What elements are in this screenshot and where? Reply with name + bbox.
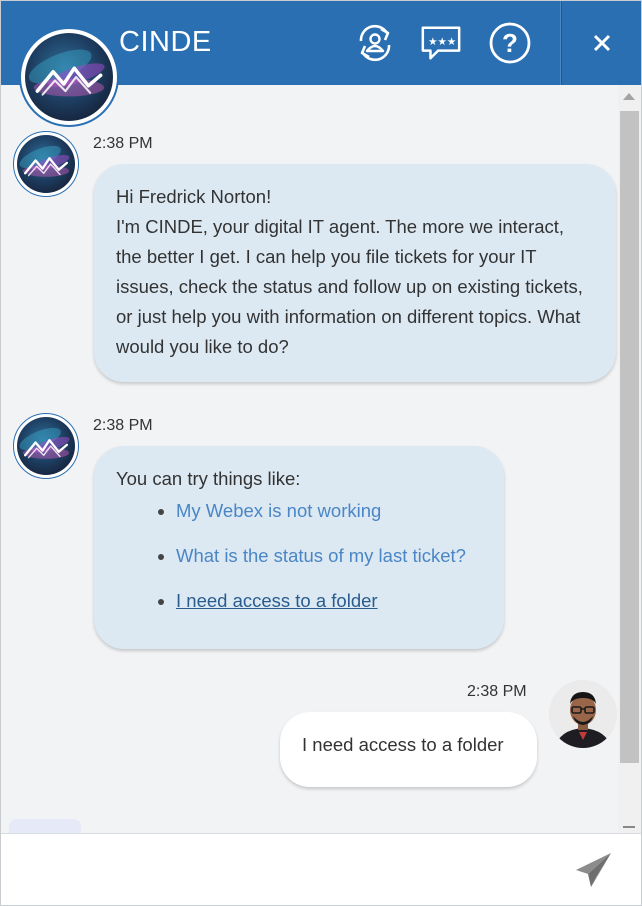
agent-title: CINDE: [119, 26, 212, 58]
close-icon: [593, 34, 611, 52]
cinde-logo-icon: [17, 417, 75, 475]
svg-text:?: ?: [502, 28, 518, 58]
user-avatar: [549, 680, 617, 748]
message-scrollbar[interactable]: [618, 85, 641, 833]
suggestion-item: What is the status of my last ticket?: [176, 533, 482, 578]
message-list: 2:38 PM Hi Fredrick Norton! I'm CINDE, y…: [1, 85, 618, 833]
user-message-text: I need access to a folder: [302, 734, 504, 755]
user-message: I need access to a folder: [280, 712, 537, 787]
bot-message-greeting: Hi Fredrick Norton! I'm CINDE, your digi…: [94, 164, 616, 382]
bot-avatar: [13, 413, 79, 479]
header-divider: [560, 1, 562, 85]
message-timestamp: 2:38 PM: [93, 417, 153, 434]
svg-text:★★★: ★★★: [428, 36, 456, 48]
message-timestamp: 2:38 PM: [93, 135, 153, 152]
cinde-logo-icon: [17, 135, 75, 193]
bot-message-suggestions: You can try things like: My Webex is not…: [94, 446, 504, 649]
typing-indicator-edge: [9, 819, 81, 833]
suggestion-link-ticket-status[interactable]: What is the status of my last ticket?: [176, 545, 466, 566]
scroll-down-arrow-icon[interactable]: [623, 826, 635, 828]
scrollbar-thumb[interactable]: [620, 111, 639, 763]
scroll-up-arrow-icon[interactable]: [623, 93, 635, 100]
message-input[interactable]: [13, 848, 553, 892]
chat-window: CINDE ★★★ ? 2:38 PM Hi Fredrick Norton! …: [0, 0, 642, 906]
switch-agent-button[interactable]: [353, 21, 397, 65]
feedback-rating-icon: ★★★: [421, 26, 461, 60]
suggestion-item: I need access to a folder: [176, 578, 482, 623]
send-button[interactable]: [573, 850, 615, 890]
help-icon: ?: [489, 22, 531, 64]
close-button[interactable]: [580, 21, 624, 65]
suggestion-link-folder-access[interactable]: I need access to a folder: [176, 590, 378, 611]
agent-avatar: [19, 27, 119, 127]
greeting-text: I'm CINDE, your digital IT agent. The mo…: [116, 216, 583, 357]
help-button[interactable]: ?: [488, 21, 532, 65]
message-composer: [1, 833, 641, 905]
send-icon: [576, 853, 611, 887]
message-timestamp: 2:38 PM: [467, 683, 527, 700]
cinde-logo-icon: [25, 33, 113, 121]
user-photo-icon: [549, 680, 617, 748]
suggestion-item: My Webex is not working: [176, 488, 482, 533]
switch-agent-icon: [359, 24, 391, 62]
bot-avatar: [13, 131, 79, 197]
feedback-button[interactable]: ★★★: [419, 21, 463, 65]
suggestion-list: My Webex is not working What is the stat…: [176, 488, 482, 623]
suggestion-link-webex[interactable]: My Webex is not working: [176, 500, 381, 521]
greeting-line: Hi Fredrick Norton!: [116, 186, 272, 207]
